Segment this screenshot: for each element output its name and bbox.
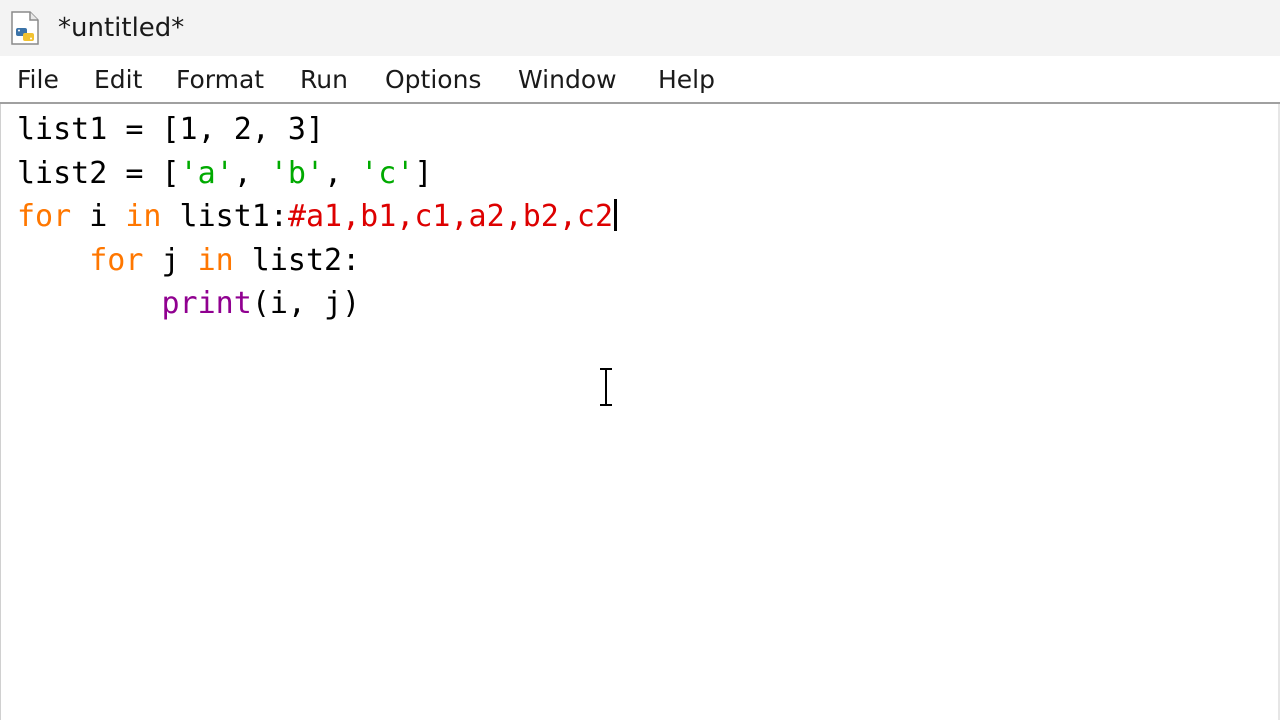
code-line[interactable]: list2 = ['a', 'b', 'c']	[17, 152, 432, 195]
code-token: (i, j)	[251, 286, 361, 321]
code-token: 'b'	[269, 155, 325, 191]
code-token: ,	[324, 155, 361, 191]
menu-file[interactable]: File	[17, 64, 59, 96]
code-token: in	[125, 199, 162, 234]
code-line[interactable]: for j in list2:	[17, 239, 360, 282]
text-cursor-icon	[600, 367, 612, 407]
menu-options[interactable]: Options	[385, 64, 481, 96]
code-line[interactable]: list1 = [1, 2, 3]	[17, 108, 324, 151]
code-token: for	[17, 199, 72, 234]
code-token: in	[197, 242, 234, 278]
code-token: 'a'	[179, 155, 234, 191]
menu-help[interactable]: Help	[658, 64, 715, 96]
menu-bar: File Edit Format Run Options Window Help	[0, 56, 1280, 102]
menu-format[interactable]: Format	[176, 64, 264, 96]
code-editor[interactable]: list1 = [1, 2, 3] list2 = ['a', 'b', 'c']…	[0, 104, 1280, 720]
text-caret	[614, 199, 618, 231]
code-token: #a1,b1,c1,a2,b2,c2	[287, 199, 614, 234]
idle-editor-window: *untitled* File Edit Format Run Options …	[0, 0, 1280, 720]
code-token: list2 = [	[17, 155, 180, 191]
menu-window[interactable]: Window	[518, 64, 617, 96]
code-token: j	[143, 242, 198, 278]
title-bar[interactable]: *untitled*	[0, 0, 1280, 56]
code-line[interactable]: print(i, j)	[17, 282, 361, 325]
python-file-icon	[11, 11, 39, 45]
code-token: i	[71, 199, 126, 234]
code-token: for	[89, 242, 144, 278]
window-title: *untitled*	[58, 13, 185, 43]
menu-run[interactable]: Run	[300, 64, 348, 96]
code-token: print	[161, 286, 252, 321]
code-token: list2:	[233, 242, 361, 278]
code-token: ,	[233, 155, 270, 191]
code-token: ]	[414, 155, 433, 191]
code-token: list1:	[161, 199, 288, 234]
code-token: list1 = [1, 2, 3]	[17, 112, 325, 147]
code-token: 'c'	[360, 155, 415, 191]
code-line[interactable]: for i in list1:#a1,b1,c1,a2,b2,c2	[17, 195, 618, 238]
menu-edit[interactable]: Edit	[94, 64, 142, 96]
